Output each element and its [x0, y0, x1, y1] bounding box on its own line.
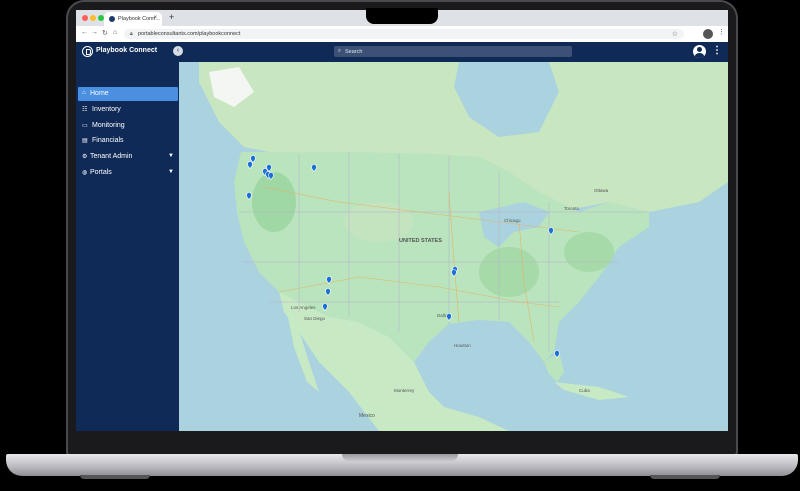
sidebar-item-inventory[interactable]: ☷ Inventory — [78, 103, 178, 117]
url-field[interactable]: 🔒︎ portableconsultants.com/playbookconne… — [124, 29, 684, 39]
globe-icon: ◍ — [82, 170, 88, 176]
sidebar-item-portals[interactable]: ◍ Portals ▼ — [78, 166, 178, 180]
city-label: Mexico — [359, 413, 375, 419]
url-text: portableconsultants.com/playbookconnect — [138, 31, 241, 37]
browser-profile-icon[interactable] — [703, 29, 713, 39]
sidebar-item-label: Home — [90, 90, 109, 97]
account-icon[interactable] — [693, 45, 706, 58]
laptop-groove — [342, 454, 458, 461]
map-canvas[interactable]: UNITED STATES Los Angeles San Diego Dall… — [179, 62, 728, 431]
new-tab-button[interactable]: + — [169, 12, 174, 22]
sidebar: ⌂ Home ☷ Inventory ▭ Monitoring ▤ Financ… — [76, 62, 179, 431]
address-bar: ← → ↻ ⌂ 🔒︎ portableconsultants.com/playb… — [76, 26, 728, 43]
city-label: Chicago — [504, 218, 521, 223]
city-label: Toronto — [564, 206, 580, 211]
tab-close-icon[interactable]: × — [153, 15, 157, 21]
laptop-foot — [80, 475, 150, 479]
chevron-down-icon: ▼ — [168, 153, 174, 159]
map-view[interactable]: UNITED STATES Los Angeles San Diego Dall… — [179, 62, 728, 431]
search-icon: ⌕ — [338, 48, 342, 54]
collapse-sidebar-button[interactable]: ‹ — [173, 46, 183, 56]
sidebar-item-financials[interactable]: ▤ Financials — [78, 134, 178, 148]
sidebar-item-label: Financials — [92, 137, 124, 144]
forest-patch — [252, 172, 296, 232]
home-icon: ⌂ — [82, 90, 86, 96]
sidebar-item-label: Inventory — [92, 106, 121, 113]
app-header: Playbook Connect ‹ ⌕ Search ⋮ — [76, 42, 728, 62]
chevron-down-icon: ▼ — [168, 169, 174, 175]
forest-patch — [479, 247, 539, 297]
forward-icon[interactable]: → — [91, 29, 98, 36]
lock-icon: 🔒︎ — [130, 31, 133, 37]
search-placeholder: Search — [345, 48, 363, 55]
playbook-favicon-icon — [109, 16, 115, 22]
browser-window: Playbook Conn... × + ← → ↻ ⌂ 🔒︎ portable… — [76, 10, 728, 431]
sidebar-item-label: Monitoring — [92, 122, 125, 129]
star-icon[interactable]: ☆ — [672, 30, 678, 38]
city-label: Houston — [454, 343, 471, 348]
city-label: San Diego — [304, 316, 326, 321]
country-label: UNITED STATES — [399, 238, 442, 244]
browser-menu-icon[interactable]: ⋮ — [718, 28, 725, 36]
playbook-logo-icon — [82, 46, 93, 57]
inventory-icon: ☷ — [82, 107, 88, 113]
camera-notch — [366, 8, 438, 24]
financials-icon: ▤ — [82, 138, 88, 144]
home-icon[interactable]: ⌂ — [113, 29, 117, 36]
app-menu-icon[interactable]: ⋮ — [712, 45, 722, 57]
city-label: Monterrey — [394, 388, 415, 393]
browser-tab[interactable]: Playbook Conn... × — [104, 12, 162, 26]
forest-patch — [564, 232, 614, 272]
city-label: Los Angeles — [291, 305, 316, 310]
back-icon[interactable]: ← — [81, 29, 88, 36]
brand-title: Playbook Connect — [96, 47, 158, 54]
laptop-foot — [650, 475, 720, 479]
sidebar-item-label: Tenant Admin — [90, 153, 133, 160]
city-label: Cuba — [579, 388, 590, 393]
sidebar-item-monitoring[interactable]: ▭ Monitoring — [78, 119, 178, 133]
sidebar-item-label: Portals — [90, 169, 112, 176]
sidebar-item-home[interactable]: ⌂ Home — [78, 87, 178, 101]
gear-icon: ⚙ — [82, 154, 88, 160]
close-window-dot[interactable] — [82, 15, 88, 21]
reload-icon[interactable]: ↻ — [102, 29, 108, 37]
minimize-window-dot[interactable] — [90, 15, 96, 21]
search-input[interactable]: ⌕ Search — [334, 46, 572, 57]
plains-patch — [344, 202, 414, 242]
sidebar-item-tenant-admin[interactable]: ⚙ Tenant Admin ▼ — [78, 150, 178, 164]
city-label: Ottawa — [594, 188, 609, 193]
monitor-icon: ▭ — [82, 123, 88, 129]
